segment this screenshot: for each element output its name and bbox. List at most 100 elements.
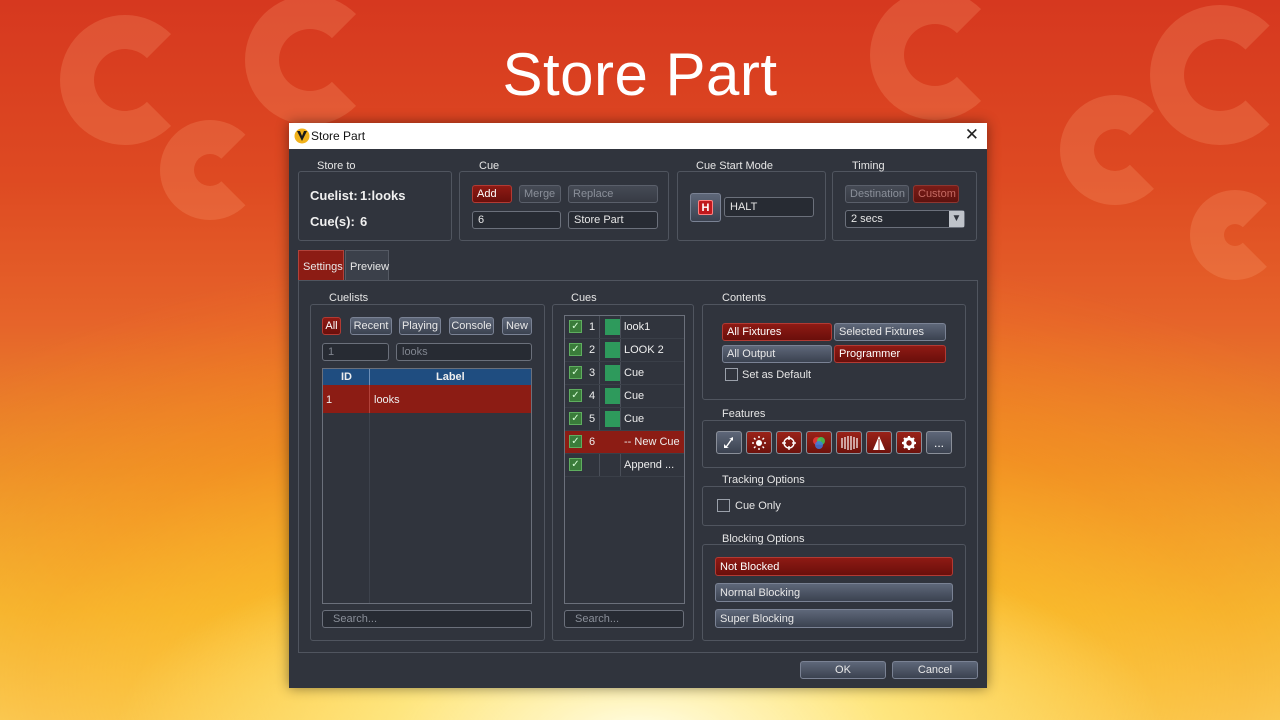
cuelist-table: ID Label 1 looks: [322, 368, 532, 604]
cues-heading: Cues: [571, 292, 597, 304]
cue-label: -- New Cue: [624, 436, 680, 448]
column-divider: [369, 413, 370, 603]
destination-button[interactable]: Destination: [845, 185, 909, 203]
new-cuelist-label-input[interactable]: looks: [396, 343, 532, 361]
color-icon[interactable]: [806, 431, 832, 454]
set-as-default-checkbox[interactable]: [725, 368, 738, 381]
merge-button[interactable]: Merge: [519, 185, 561, 203]
cue-color-swatch: [605, 365, 620, 381]
cue-label: Cue: [624, 413, 645, 425]
cue-number: 4: [589, 390, 596, 402]
cue-heading: Cue: [479, 160, 500, 172]
title-bar: Store Part ✕: [289, 123, 987, 149]
cues-value: 6: [360, 214, 368, 229]
cue-color-swatch: [605, 411, 620, 427]
tab-preview[interactable]: Preview: [345, 250, 389, 280]
cuelist-id-cell: 1: [326, 394, 333, 406]
list-item[interactable]: ✓ 4 Cue: [565, 385, 684, 408]
cancel-button[interactable]: Cancel: [892, 661, 978, 679]
cuelist-label: Cuelist:: [310, 188, 358, 203]
cue-number: 1: [589, 321, 596, 333]
replace-button[interactable]: Replace: [568, 185, 658, 203]
tab-settings[interactable]: Settings: [298, 250, 344, 280]
cue-include-checkbox[interactable]: ✓: [569, 366, 582, 379]
cue-label: Append ...: [624, 459, 675, 471]
cue-color-swatch: [605, 319, 620, 335]
cuelist-table-header: ID Label: [323, 369, 531, 385]
intensity-icon[interactable]: [746, 431, 772, 454]
more-features-button[interactable]: ...: [926, 431, 952, 454]
cue-start-mode-heading: Cue Start Mode: [696, 160, 774, 172]
cue-number-input[interactable]: 6: [472, 211, 561, 229]
slide-title: Store Part: [502, 41, 778, 108]
control-icon[interactable]: [896, 431, 922, 454]
cue-start-mode-field[interactable]: HALT: [724, 197, 814, 217]
beam-icon[interactable]: [836, 431, 862, 454]
cue-only-checkbox[interactable]: [717, 499, 730, 512]
cue-label: Cue: [624, 367, 645, 379]
filter-all-button[interactable]: All: [322, 317, 341, 335]
cue-number: 3: [589, 367, 596, 379]
timing-heading: Timing: [852, 160, 885, 172]
cuelist-search-input[interactable]: Search...: [322, 610, 532, 628]
blocking-options-heading: Blocking Options: [722, 533, 805, 545]
cue-label: Cue: [624, 390, 645, 402]
cuelist-label-cell: looks: [374, 394, 400, 406]
set-as-default-label: Set as Default: [742, 369, 812, 381]
normal-blocking-button[interactable]: Normal Blocking: [715, 583, 953, 602]
features-toolbar: ...: [716, 431, 956, 455]
cue-number: 6: [589, 436, 596, 448]
focus-icon[interactable]: [776, 431, 802, 454]
ok-button[interactable]: OK: [800, 661, 886, 679]
super-blocking-button[interactable]: Super Blocking: [715, 609, 953, 628]
all-fixtures-button[interactable]: All Fixtures: [722, 323, 832, 341]
custom-button[interactable]: Custom: [913, 185, 959, 203]
shape-icon[interactable]: [866, 431, 892, 454]
window-title: Store Part: [311, 129, 366, 143]
background-logo: [1060, 95, 1170, 205]
tracking-options-heading: Tracking Options: [722, 474, 805, 486]
timing-select[interactable]: 2 secs ▼: [845, 210, 965, 228]
programmer-button[interactable]: Programmer: [834, 345, 946, 363]
filter-playing-button[interactable]: Playing: [399, 317, 441, 335]
halt-mode-button[interactable]: H: [690, 193, 721, 222]
cue-color-swatch: [605, 388, 620, 404]
cue-name-input[interactable]: Store Part: [568, 211, 658, 229]
list-item[interactable]: ✓ 6 -- New Cue: [565, 431, 684, 454]
cue-include-checkbox[interactable]: ✓: [569, 389, 582, 402]
cue-search-input[interactable]: Search...: [564, 610, 684, 628]
add-button[interactable]: Add: [472, 185, 512, 203]
features-heading: Features: [722, 408, 766, 420]
filter-recent-button[interactable]: Recent: [350, 317, 392, 335]
list-item[interactable]: ✓ Append ...: [565, 454, 684, 477]
position-icon[interactable]: [716, 431, 742, 454]
list-item[interactable]: ✓ 5 Cue: [565, 408, 684, 431]
cues-label: Cue(s):: [310, 214, 355, 229]
cue-include-checkbox[interactable]: ✓: [569, 343, 582, 356]
halt-badge-icon: H: [698, 200, 713, 215]
contents-heading: Contents: [722, 292, 767, 304]
filter-console-button[interactable]: Console: [449, 317, 494, 335]
cue-include-checkbox[interactable]: ✓: [569, 458, 582, 471]
cue-include-checkbox[interactable]: ✓: [569, 435, 582, 448]
new-cuelist-button[interactable]: New: [502, 317, 532, 335]
column-divider: [369, 369, 370, 385]
all-output-button[interactable]: All Output: [722, 345, 832, 363]
background-logo: [1190, 190, 1280, 280]
timing-value: 2 secs: [851, 213, 883, 225]
cuelists-heading: Cuelists: [329, 292, 369, 304]
list-item[interactable]: ✓ 2 LOOK 2: [565, 339, 684, 362]
column-divider: [369, 385, 370, 413]
store-part-dialog: Store Part ✕ Store to Cuelist: 1:looks C…: [289, 123, 987, 688]
cue-label: LOOK 2: [624, 344, 664, 356]
new-cuelist-id-input[interactable]: 1: [322, 343, 389, 361]
table-row[interactable]: 1 looks: [323, 385, 531, 413]
cue-include-checkbox[interactable]: ✓: [569, 412, 582, 425]
list-item[interactable]: ✓ 1 look1: [565, 316, 684, 339]
not-blocked-button[interactable]: Not Blocked: [715, 557, 953, 576]
store-to-group: [298, 171, 452, 241]
cue-include-checkbox[interactable]: ✓: [569, 320, 582, 333]
close-icon[interactable]: ✕: [965, 125, 979, 145]
selected-fixtures-button[interactable]: Selected Fixtures: [834, 323, 946, 341]
list-item[interactable]: ✓ 3 Cue: [565, 362, 684, 385]
